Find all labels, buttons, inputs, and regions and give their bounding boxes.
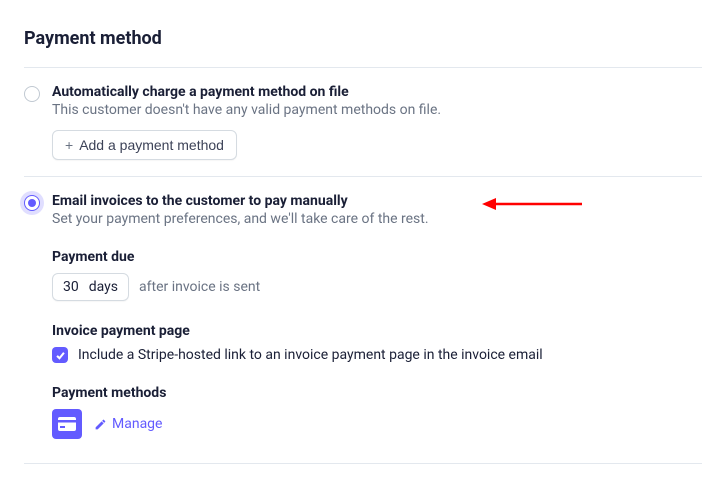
add-payment-method-button[interactable]: + Add a payment method (52, 130, 237, 160)
option-email-desc: Set your payment preferences, and we'll … (52, 211, 702, 227)
option-auto[interactable]: Automatically charge a payment method on… (24, 68, 702, 176)
payment-due-label: Payment due (52, 249, 702, 265)
payment-due-suffix: after invoice is sent (139, 279, 260, 295)
check-icon (55, 350, 66, 361)
invoice-page-checkbox-label: Include a Stripe-hosted link to an invoi… (78, 347, 543, 363)
card-icon (52, 409, 82, 439)
invoice-page-section: Invoice payment page Include a Stripe-ho… (52, 323, 702, 363)
plus-icon: + (65, 137, 73, 153)
payment-due-section: Payment due 30 days after invoice is sen… (52, 249, 702, 301)
radio-email[interactable] (24, 195, 40, 211)
option-auto-title: Automatically charge a payment method on… (52, 84, 702, 100)
payment-due-unit: days (89, 279, 118, 295)
manage-label: Manage (112, 416, 162, 432)
invoice-page-checkbox[interactable] (52, 347, 68, 363)
section-title: Payment method (24, 28, 702, 49)
arrow-annotation-icon (482, 195, 582, 213)
payment-methods-label: Payment methods (52, 385, 702, 401)
radio-auto[interactable] (24, 86, 40, 102)
divider (24, 463, 702, 464)
invoice-page-label: Invoice payment page (52, 323, 702, 339)
add-payment-method-label: Add a payment method (79, 137, 224, 153)
option-auto-desc: This customer doesn't have any valid pay… (52, 102, 702, 118)
option-email[interactable]: Email invoices to the customer to pay ma… (24, 177, 702, 463)
pencil-icon (94, 418, 107, 431)
option-email-title: Email invoices to the customer to pay ma… (52, 193, 702, 209)
payment-methods-section: Payment methods Manage (52, 385, 702, 439)
manage-link[interactable]: Manage (94, 416, 162, 432)
payment-due-input[interactable]: 30 days (52, 273, 129, 301)
payment-due-value: 30 (63, 279, 79, 295)
